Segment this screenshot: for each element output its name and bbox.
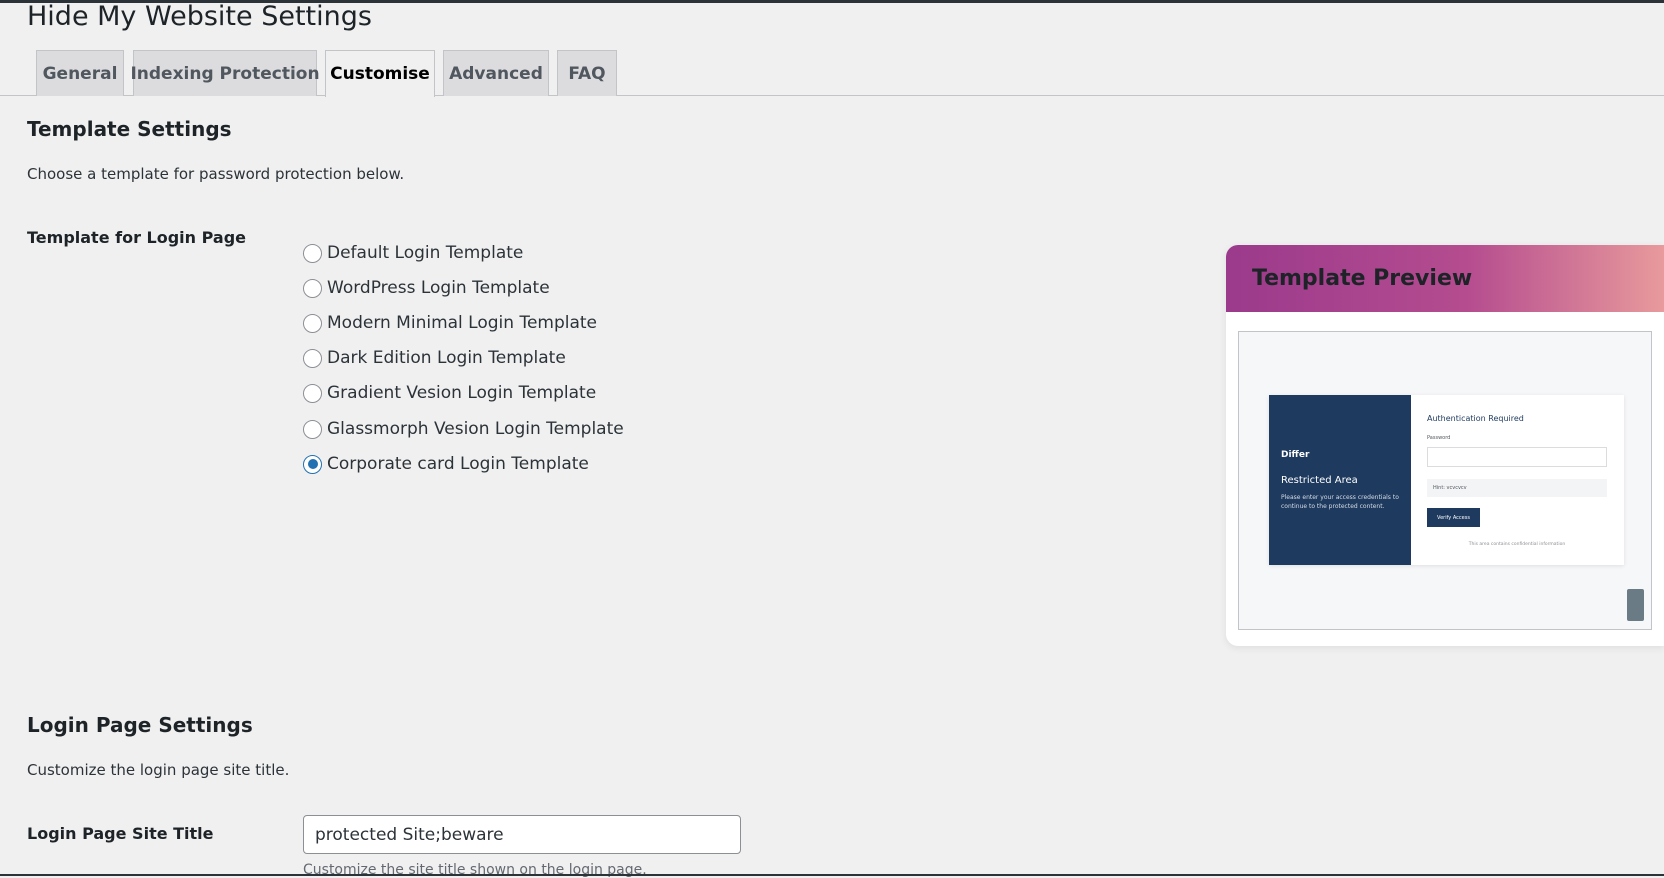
preview-frame: Differ Restricted Area Please enter your…: [1238, 331, 1652, 630]
radio-label: Glassmorph Vesion Login Template: [327, 419, 624, 439]
settings-tabs: General Indexing Protection Customise Ad…: [0, 50, 1664, 97]
template-preview-card: Template Preview Differ Restricted Area …: [1226, 245, 1664, 646]
site-title-input[interactable]: [303, 815, 741, 854]
tab-customise[interactable]: Customise: [325, 50, 435, 97]
preview-scroll-widget[interactable]: [1627, 589, 1644, 621]
radio-button[interactable]: [303, 419, 322, 439]
template-settings-description: Choose a template for password protectio…: [27, 165, 405, 183]
preview-login-card: Differ Restricted Area Please enter your…: [1269, 395, 1624, 565]
radio-button[interactable]: [303, 243, 322, 263]
radio-default-template[interactable]: Default Login Template: [303, 243, 523, 263]
preview-hint: Hint: vcvcvcv: [1427, 479, 1607, 497]
radio-label: Gradient Vesion Login Template: [327, 383, 597, 403]
tab-general[interactable]: General: [36, 50, 124, 96]
radio-corporate-card-template[interactable]: Corporate card Login Template: [303, 454, 589, 474]
tab-faq[interactable]: FAQ: [557, 50, 617, 96]
page-title: Hide My Website Settings: [27, 1, 372, 32]
preview-verify-button: Verify Access: [1427, 508, 1480, 527]
preview-title: Template Preview: [1252, 266, 1473, 291]
radio-button[interactable]: [303, 383, 322, 403]
login-settings-description: Customize the login page site title.: [27, 761, 290, 779]
radio-label: Default Login Template: [327, 243, 524, 263]
radio-label: Modern Minimal Login Template: [327, 313, 598, 333]
radio-wordpress-template[interactable]: WordPress Login Template: [303, 278, 550, 298]
radio-label: WordPress Login Template: [327, 278, 550, 298]
preview-login-form: Authentication Required Password Hint: v…: [1411, 395, 1624, 565]
radio-dark-edition-template[interactable]: Dark Edition Login Template: [303, 348, 566, 368]
preview-password-input: [1427, 447, 1607, 467]
preview-password-label: Password: [1427, 435, 1451, 441]
radio-button-selected[interactable]: [303, 454, 322, 474]
radio-glassmorph-template[interactable]: Glassmorph Vesion Login Template: [303, 419, 624, 439]
preview-brand: Differ: [1281, 450, 1310, 460]
preview-auth-title: Authentication Required: [1427, 414, 1524, 423]
preview-heading: Restricted Area: [1281, 475, 1358, 486]
tab-indexing-protection[interactable]: Indexing Protection: [130, 50, 320, 96]
radio-label: Dark Edition Login Template: [327, 348, 566, 368]
template-settings-title: Template Settings: [27, 117, 232, 141]
radio-gradient-template[interactable]: Gradient Vesion Login Template: [303, 383, 596, 403]
tab-advanced[interactable]: Advanced: [443, 50, 549, 96]
radio-button[interactable]: [303, 313, 322, 333]
template-field-label: Template for Login Page: [27, 228, 247, 247]
login-settings-title: Login Page Settings: [27, 713, 253, 737]
preview-login-sidebar: Differ Restricted Area Please enter your…: [1269, 395, 1411, 565]
preview-header: Template Preview: [1226, 245, 1664, 312]
preview-text: Please enter your access credentials to …: [1281, 494, 1399, 510]
site-title-label: Login Page Site Title: [27, 824, 214, 843]
radio-button[interactable]: [303, 348, 322, 368]
radio-label: Corporate card Login Template: [327, 454, 589, 474]
radio-button[interactable]: [303, 278, 322, 298]
preview-footer: This area contains confidential informat…: [1468, 542, 1566, 547]
radio-modern-minimal-template[interactable]: Modern Minimal Login Template: [303, 313, 597, 333]
